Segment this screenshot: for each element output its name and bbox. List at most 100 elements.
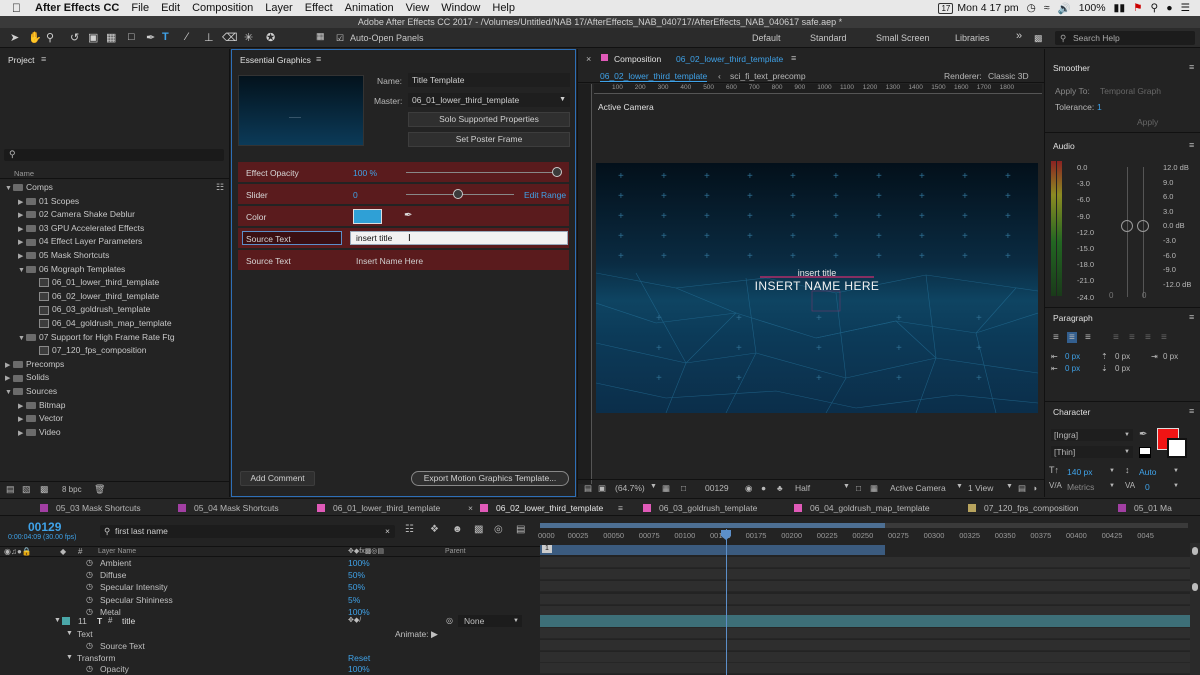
project-item-folder[interactable]: ▶ Bitmap bbox=[18, 399, 65, 412]
stopwatch-icon[interactable]: ◷ bbox=[86, 640, 93, 652]
project-item-folder[interactable]: ▶ 03 GPU Accelerated Effects bbox=[18, 222, 144, 235]
clear-search-icon[interactable]: × bbox=[385, 525, 390, 538]
panel-menu-icon[interactable]: ≡ bbox=[618, 503, 623, 513]
reset-exposure-icon[interactable]: ◑ bbox=[1032, 483, 1037, 493]
stopwatch-icon[interactable]: ◷ bbox=[86, 569, 93, 581]
timeline-tab[interactable]: 06_03_goldrush_template bbox=[643, 503, 757, 513]
search-icon[interactable]: ⚲ bbox=[1147, 2, 1163, 14]
project-item-folder[interactable]: ▶ Vector bbox=[18, 412, 63, 425]
rectangle-tool-icon[interactable]: □ bbox=[128, 31, 135, 43]
graph-editor-icon[interactable]: ▤ bbox=[516, 524, 525, 535]
close-tab-icon[interactable]: × bbox=[468, 503, 473, 513]
project-item-folder[interactable]: ▶ 05 Mask Shortcuts bbox=[18, 249, 109, 262]
workspace-default[interactable]: Default bbox=[752, 33, 781, 43]
track-row[interactable] bbox=[540, 628, 1200, 639]
marker-1[interactable]: 1 bbox=[542, 545, 552, 553]
toggle-pixel-icon[interactable]: ▤ bbox=[1018, 483, 1026, 494]
slider-value[interactable]: 0 bbox=[353, 190, 358, 200]
wifi-icon[interactable]: ≈ bbox=[1040, 2, 1054, 14]
resolution-dropdown[interactable]: Half bbox=[795, 483, 810, 493]
lower-third-name[interactable]: INSERT NAME HERE bbox=[596, 279, 1038, 293]
black-swatch[interactable] bbox=[1139, 454, 1151, 458]
motion-blur-icon[interactable]: ◎ bbox=[494, 524, 503, 535]
menu-composition[interactable]: Composition bbox=[186, 2, 259, 14]
timeline-tab[interactable]: 06_02_lower_third_template bbox=[480, 503, 603, 513]
play-circle-icon[interactable]: ▶ bbox=[431, 628, 438, 640]
scrollbar-thumb[interactable] bbox=[1192, 547, 1198, 555]
search-help-input[interactable]: ⚲ Search Help bbox=[1055, 31, 1195, 45]
property-value[interactable]: 50% bbox=[348, 569, 365, 581]
timeline-tab[interactable]: 05_01 Ma bbox=[1118, 503, 1172, 513]
chevron-down-icon[interactable]: ▼ bbox=[5, 386, 13, 399]
comp-mini-flowchart-icon[interactable]: ☷ bbox=[405, 524, 414, 535]
tolerance-value[interactable]: 1 bbox=[1097, 102, 1102, 112]
close-icon[interactable]: × bbox=[586, 54, 591, 64]
chevron-right-icon[interactable]: ▶ bbox=[18, 209, 26, 222]
leading-value[interactable]: Auto bbox=[1139, 467, 1157, 477]
tracking-value[interactable]: 0 bbox=[1145, 482, 1150, 492]
menu-layer[interactable]: Layer bbox=[259, 2, 299, 14]
roto-brush-tool-icon[interactable]: ✳ bbox=[244, 31, 253, 44]
track-row[interactable] bbox=[540, 557, 1200, 568]
chevron-right-icon[interactable]: ▶ bbox=[5, 372, 13, 385]
trash-icon[interactable]: 🗑 bbox=[94, 484, 105, 495]
property-value[interactable]: 5% bbox=[348, 594, 360, 606]
chevron-right-icon[interactable]: ▶ bbox=[18, 250, 26, 263]
battery-text[interactable]: 100% bbox=[1075, 2, 1110, 14]
chevron-right-icon[interactable]: ▶ bbox=[18, 236, 26, 249]
essential-graphics-tab[interactable]: Essential Graphics bbox=[240, 55, 311, 65]
export-mogrt-button[interactable]: Export Motion Graphics Template... bbox=[411, 471, 569, 486]
panel-menu-icon[interactable]: ≡ bbox=[1189, 406, 1194, 416]
project-item-folder[interactable]: ▼ 07 Support for High Frame Rate Ftg bbox=[18, 331, 175, 344]
menu-file[interactable]: File bbox=[125, 2, 155, 14]
user-icon[interactable]: ● bbox=[1162, 2, 1176, 14]
project-item-folder[interactable]: ▼ 06 Mograph Templates bbox=[18, 263, 125, 276]
puppet-tool-icon[interactable]: ✪ bbox=[266, 31, 275, 44]
new-comp-icon[interactable]: ▩ bbox=[40, 484, 49, 495]
hand-tool-icon[interactable]: ✋ bbox=[28, 31, 42, 44]
display-icon[interactable]: ▣ bbox=[598, 483, 606, 494]
color-swatch[interactable] bbox=[353, 209, 382, 224]
stopwatch-icon[interactable]: ◷ bbox=[86, 557, 93, 569]
project-tab[interactable]: Project bbox=[8, 55, 34, 65]
align-left-icon[interactable]: ≡ bbox=[1053, 332, 1059, 343]
shy-icon[interactable]: ☻ bbox=[452, 524, 463, 535]
volume-icon[interactable]: 🔊 bbox=[1054, 2, 1075, 15]
renderer-value[interactable]: Classic 3D bbox=[988, 71, 1029, 81]
stopwatch-icon[interactable]: ◷ bbox=[86, 663, 93, 675]
zoom-tool-icon[interactable]: ⚲ bbox=[46, 31, 54, 44]
selection-tool-icon[interactable]: ➤ bbox=[10, 31, 19, 44]
source-text-row[interactable]: ◷ Source Text bbox=[0, 640, 540, 652]
lower-third-title[interactable]: insert title bbox=[596, 268, 1038, 278]
source-text-field-1[interactable]: insert title bbox=[350, 231, 568, 245]
work-area-range[interactable] bbox=[540, 545, 885, 555]
eyedropper-icon[interactable]: ✒ bbox=[1139, 429, 1147, 440]
space-after-value[interactable]: 0 px bbox=[1115, 364, 1130, 373]
indent-left-value[interactable]: 0 px bbox=[1065, 352, 1080, 361]
chevron-right-icon[interactable]: ▶ bbox=[5, 359, 13, 372]
draft-3d-icon[interactable]: ❖ bbox=[430, 524, 439, 535]
menu-effect[interactable]: Effect bbox=[299, 2, 339, 14]
layer-name[interactable]: title bbox=[122, 615, 135, 627]
panel-menu-icon[interactable]: ≡ bbox=[1189, 140, 1194, 150]
track-row[interactable] bbox=[540, 652, 1200, 663]
panel-menu-icon[interactable]: ≡ bbox=[1189, 312, 1194, 322]
layer-switches-icon[interactable]: ✥◆/ bbox=[348, 615, 361, 627]
transparency-icon[interactable]: ▦ bbox=[870, 483, 878, 494]
space-before-value[interactable]: 0 px bbox=[1115, 352, 1130, 361]
chevron-right-icon[interactable]: ▶ bbox=[18, 427, 26, 440]
auto-open-checkbox[interactable]: ☑ bbox=[336, 33, 344, 44]
apply-button[interactable]: Apply bbox=[1137, 117, 1158, 127]
chevron-right-icon[interactable]: ▶ bbox=[18, 413, 26, 426]
chevron-right-icon[interactable]: ▶ bbox=[18, 400, 26, 413]
parent-header[interactable]: Parent bbox=[445, 548, 466, 555]
justify-center-icon[interactable]: ≡ bbox=[1129, 332, 1135, 343]
chevron-right-icon[interactable]: ▶ bbox=[18, 196, 26, 209]
frame-number[interactable]: 00129 bbox=[705, 483, 729, 493]
grid-icon[interactable]: ▦ bbox=[662, 483, 670, 494]
track-row[interactable] bbox=[540, 581, 1200, 593]
effect-opacity-value[interactable]: 100 % bbox=[353, 168, 377, 178]
chevron-down-icon[interactable]: ▼ bbox=[18, 264, 26, 277]
camera-view-dropdown[interactable]: Active Camera bbox=[890, 483, 946, 493]
menu-edit[interactable]: Edit bbox=[155, 2, 186, 14]
